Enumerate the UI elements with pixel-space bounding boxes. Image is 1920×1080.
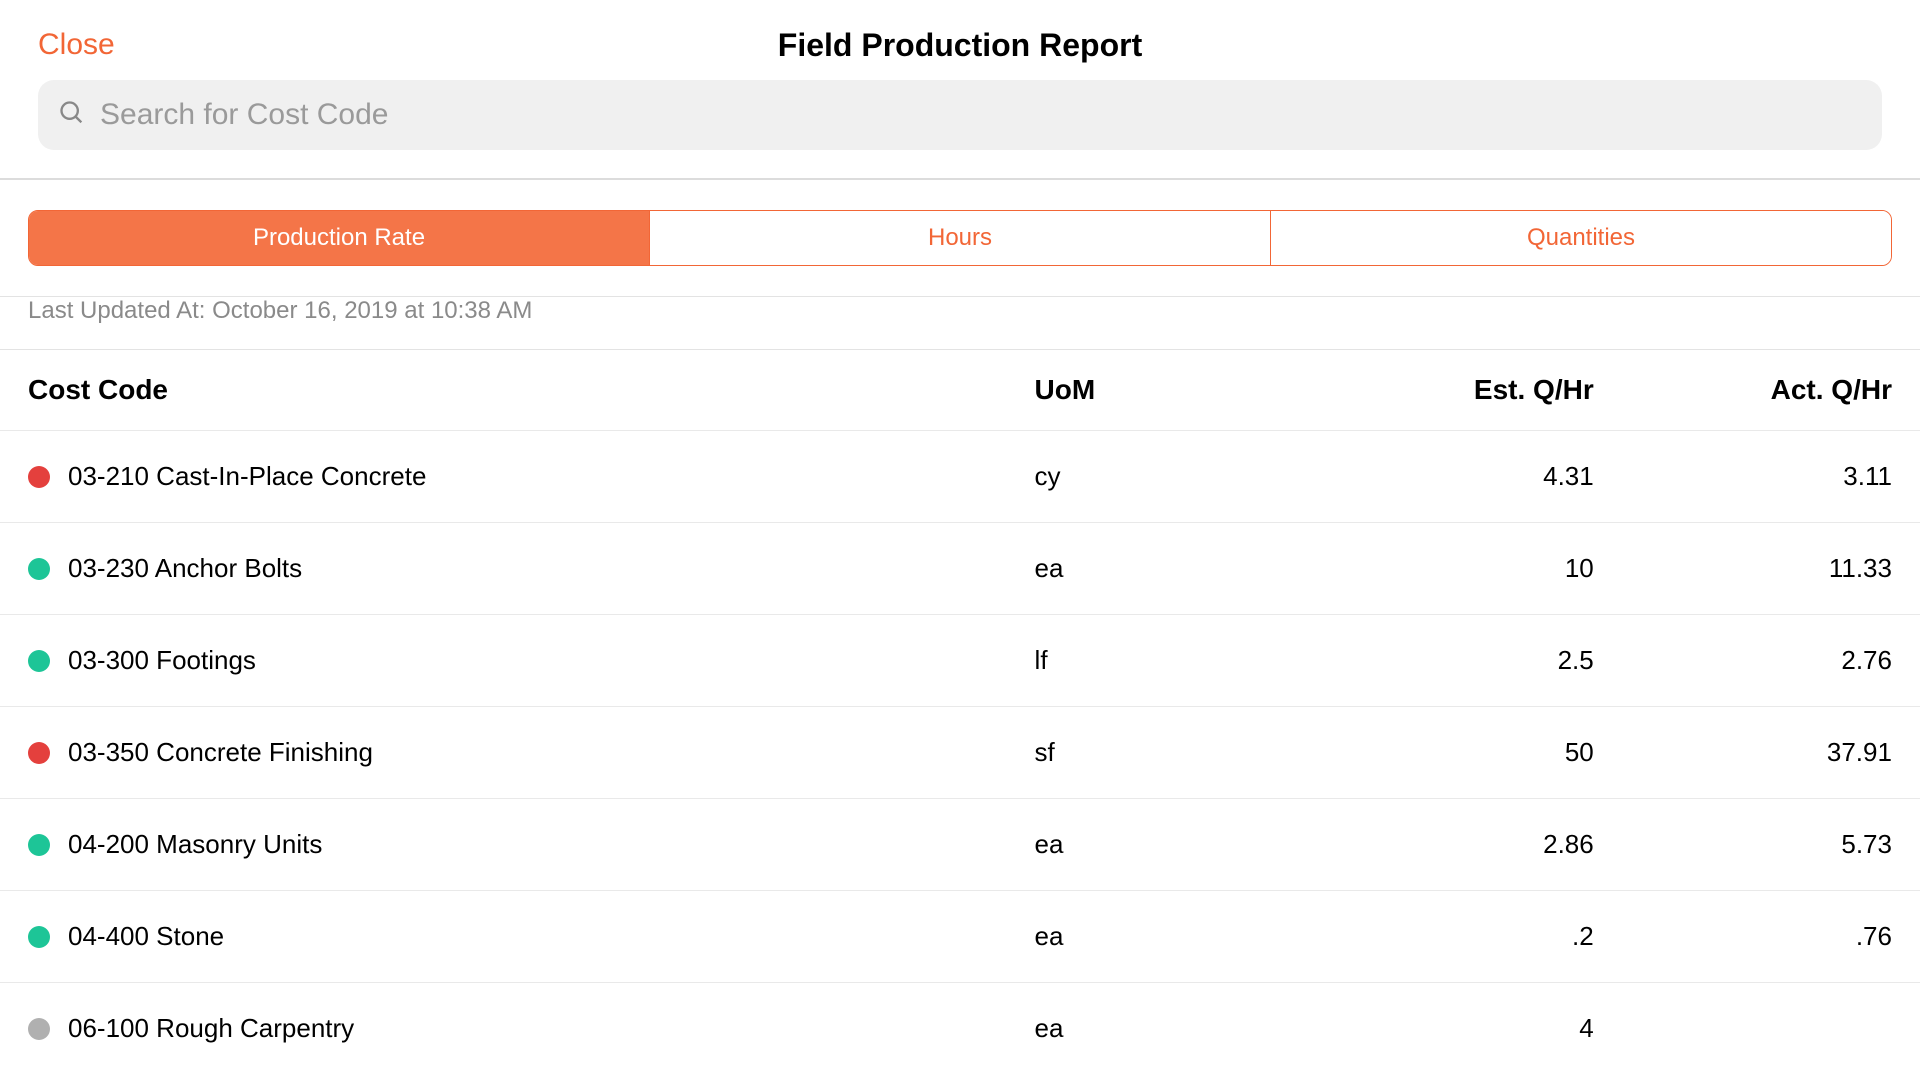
status-dot-icon xyxy=(28,926,50,948)
search-icon xyxy=(58,99,86,132)
last-updated-label: Last Updated At: October 16, 2019 at 10:… xyxy=(0,297,1920,349)
column-header-uom: UoM xyxy=(1035,374,1296,406)
uom-value: ea xyxy=(1035,553,1296,584)
act-value: 5.73 xyxy=(1594,829,1892,860)
est-value: 2.5 xyxy=(1296,645,1594,676)
cost-code-label: 04-400 Stone xyxy=(68,921,224,952)
column-header-act: Act. Q/Hr xyxy=(1594,374,1892,406)
act-value: 11.33 xyxy=(1594,553,1892,584)
divider xyxy=(0,178,1920,180)
cost-code-label: 03-210 Cast-In-Place Concrete xyxy=(68,461,426,492)
status-dot-icon xyxy=(28,834,50,856)
cost-code-label: 03-350 Concrete Finishing xyxy=(68,737,373,768)
uom-value: ea xyxy=(1035,1013,1296,1044)
act-value: 37.91 xyxy=(1594,737,1892,768)
table-row[interactable]: 03-210 Cast-In-Place Concrete cy4.313.11 xyxy=(0,430,1920,522)
uom-value: cy xyxy=(1035,461,1296,492)
est-value: .2 xyxy=(1296,921,1594,952)
est-value: 2.86 xyxy=(1296,829,1594,860)
segmented-control: Production RateHoursQuantities xyxy=(28,210,1892,266)
search-wrap xyxy=(0,80,1920,178)
cost-code-label: 03-230 Anchor Bolts xyxy=(68,553,302,584)
table-row[interactable]: 06-100 Rough Carpentry ea4 xyxy=(0,982,1920,1070)
cost-code-label: 04-200 Masonry Units xyxy=(68,829,322,860)
table-row[interactable]: 03-350 Concrete Finishing sf5037.91 xyxy=(0,706,1920,798)
act-value: 3.11 xyxy=(1594,461,1892,492)
rows-container[interactable]: 03-210 Cast-In-Place Concretecy4.313.110… xyxy=(0,430,1920,1070)
act-value: .76 xyxy=(1594,921,1892,952)
uom-value: sf xyxy=(1035,737,1296,768)
table-header: Cost Code UoM Est. Q/Hr Act. Q/Hr xyxy=(0,350,1920,430)
status-dot-icon xyxy=(28,466,50,488)
tab-hours[interactable]: Hours xyxy=(650,211,1271,265)
est-value: 10 xyxy=(1296,553,1594,584)
est-value: 4.31 xyxy=(1296,461,1594,492)
act-value: 2.76 xyxy=(1594,645,1892,676)
table-row[interactable]: 04-400 Stone ea.2.76 xyxy=(0,890,1920,982)
table-row[interactable]: 03-230 Anchor Bolts ea1011.33 xyxy=(0,522,1920,614)
cost-code-label: 03-300 Footings xyxy=(68,645,256,676)
est-value: 4 xyxy=(1296,1013,1594,1044)
est-value: 50 xyxy=(1296,737,1594,768)
table-row[interactable]: 04-200 Masonry Units ea2.865.73 xyxy=(0,798,1920,890)
tab-quantities[interactable]: Quantities xyxy=(1271,211,1891,265)
header-bar: Close Field Production Report xyxy=(0,0,1920,80)
column-header-code: Cost Code xyxy=(28,374,1035,406)
column-header-est: Est. Q/Hr xyxy=(1296,374,1594,406)
search-input[interactable] xyxy=(100,98,1862,132)
status-dot-icon xyxy=(28,650,50,672)
search-box[interactable] xyxy=(38,80,1882,150)
status-dot-icon xyxy=(28,1018,50,1040)
page-title: Field Production Report xyxy=(778,27,1142,64)
close-button[interactable]: Close xyxy=(38,28,115,62)
uom-value: ea xyxy=(1035,921,1296,952)
uom-value: ea xyxy=(1035,829,1296,860)
status-dot-icon xyxy=(28,742,50,764)
table-row[interactable]: 03-300 Footings lf2.52.76 xyxy=(0,614,1920,706)
status-dot-icon xyxy=(28,558,50,580)
cost-code-label: 06-100 Rough Carpentry xyxy=(68,1013,354,1044)
uom-value: lf xyxy=(1035,645,1296,676)
tab-production-rate[interactable]: Production Rate xyxy=(29,211,650,265)
